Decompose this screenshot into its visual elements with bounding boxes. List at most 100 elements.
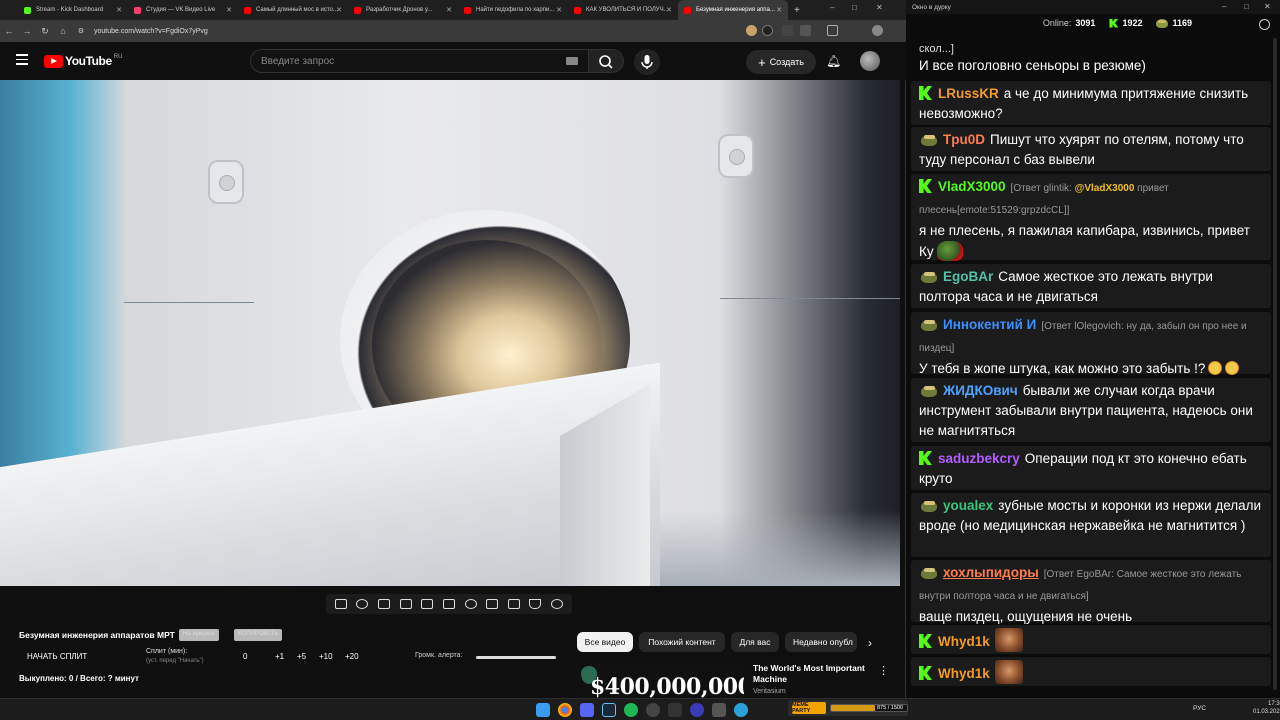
profile-icon[interactable] — [872, 25, 883, 36]
app-icon[interactable] — [668, 703, 682, 717]
split-option-10[interactable]: +10 — [319, 652, 333, 661]
url-input[interactable]: youtube.com/watch?v=FgdiOx7yPvg — [94, 28, 208, 35]
minimize-icon[interactable]: – — [830, 3, 834, 12]
tab-close-icon[interactable]: ✕ — [776, 6, 782, 14]
filmstrip-icon[interactable] — [442, 599, 455, 609]
reload-icon[interactable]: ↻ — [36, 26, 54, 37]
screenshot-eye-icon[interactable] — [378, 599, 391, 609]
menu-icon[interactable] — [16, 54, 28, 65]
site-info-icon[interactable]: ⚙ — [72, 27, 90, 35]
camera-icon[interactable] — [507, 599, 520, 609]
split-option-20[interactable]: +20 — [345, 652, 359, 661]
browser-tab[interactable]: Stream - Kick Dashboard ✕ — [18, 0, 128, 20]
telegram-icon[interactable] — [734, 703, 748, 717]
steam-icon[interactable] — [602, 703, 616, 717]
username[interactable]: youalex — [943, 498, 993, 513]
browser-tab[interactable]: Студия — VK Видео Live ✕ — [128, 0, 238, 20]
message-body: У тебя в жопе штука, как можно это забыт… — [919, 359, 1265, 379]
system-clock[interactable]: 17:34 01.03.2026 — [1253, 700, 1280, 716]
recommended-thumbnail[interactable]: $400,000,000 — [576, 660, 744, 698]
username[interactable]: хохлыпидоры — [943, 565, 1039, 580]
browser-tab[interactable]: Найти педофила по харпи... ✕ — [458, 0, 568, 20]
loop-icon[interactable] — [334, 599, 347, 609]
username[interactable]: Whyd1k — [938, 634, 990, 649]
more-options-icon[interactable]: ⋮ — [878, 664, 889, 677]
create-button[interactable]: + Создать — [746, 50, 816, 74]
search-button[interactable] — [588, 49, 624, 73]
split-option-5[interactable]: +5 — [297, 652, 306, 661]
copy-button[interactable]: КОПИРОВАТЬ — [234, 629, 283, 641]
username[interactable]: saduzbekcry — [938, 451, 1020, 466]
search-input[interactable]: Введите запрос — [250, 49, 590, 73]
minimize-icon[interactable]: – — [1222, 2, 1226, 11]
browser-tab[interactable]: КАК УВОЛИТЬСЯ И ПОЛУЧ... ✕ — [568, 0, 678, 20]
discord-icon[interactable] — [580, 703, 594, 717]
browser-tab[interactable]: Самый длинный мос в исто... ✕ — [238, 0, 348, 20]
tab-close-icon[interactable]: ✕ — [446, 6, 452, 14]
tab-close-icon[interactable]: ✕ — [226, 6, 232, 14]
recommended-title[interactable]: The World's Most Important Machine — [753, 663, 873, 685]
chip-recent[interactable]: Недавно опубл — [785, 632, 857, 652]
username[interactable]: VladX3000 — [938, 179, 1006, 194]
chip-all-videos[interactable]: Все видео — [577, 632, 633, 652]
tab-close-icon[interactable]: ✕ — [116, 6, 122, 14]
start-split-button[interactable]: НАЧАТЬ СПЛИТ — [27, 652, 87, 661]
video-player[interactable] — [0, 80, 900, 586]
new-tab-button[interactable]: + — [794, 5, 800, 16]
add-clip-icon[interactable] — [486, 599, 499, 609]
username[interactable]: LRussKR — [938, 86, 999, 101]
username[interactable]: Whyd1k — [938, 666, 990, 681]
split-option-1[interactable]: +1 — [275, 652, 284, 661]
keyboard-language[interactable]: РУС — [1193, 705, 1206, 712]
chat-scrollbar[interactable] — [1273, 38, 1277, 690]
home-icon[interactable]: ⌂ — [54, 26, 72, 36]
mention[interactable]: @VladX3000 — [1075, 183, 1135, 194]
media-player-icon[interactable] — [690, 703, 704, 717]
chip-related[interactable]: Похожий контент — [639, 632, 725, 652]
app-icon[interactable] — [712, 703, 726, 717]
speed-icon[interactable] — [464, 599, 477, 609]
notifications-icon[interactable]: 🔔︎ — [826, 54, 841, 68]
username[interactable]: Иннокентий И — [943, 317, 1036, 332]
forward-icon[interactable]: → — [18, 26, 36, 36]
spotify-icon[interactable] — [624, 703, 638, 717]
recommended-channel[interactable]: Veritasium — [753, 688, 786, 695]
extension-icon[interactable] — [800, 25, 811, 36]
calendar-icon[interactable] — [399, 599, 412, 609]
tab-close-icon[interactable]: ✕ — [336, 6, 342, 14]
settings-icon[interactable] — [1259, 19, 1270, 30]
youtube-logo[interactable]: YouTube RU — [44, 54, 122, 68]
split-option-0[interactable]: 0 — [243, 652, 247, 661]
maximize-icon[interactable]: □ — [1244, 2, 1249, 11]
meme-party-widget[interactable]: MEME PARTY 875 / 1500 — [788, 700, 908, 716]
extension-icon[interactable] — [782, 25, 793, 36]
username[interactable]: EgoBAr — [943, 269, 993, 284]
extension-icon[interactable] — [746, 25, 757, 36]
keyboard-icon[interactable] — [566, 57, 578, 65]
account-avatar[interactable] — [860, 51, 880, 71]
flask-icon[interactable] — [529, 599, 542, 609]
download-icon[interactable] — [827, 25, 838, 36]
settings-gear-icon[interactable] — [551, 599, 564, 609]
chrome-icon[interactable] — [558, 703, 572, 717]
username[interactable]: ЖИДКОвич — [943, 383, 1018, 398]
auction-button[interactable]: На аукцион — [179, 629, 219, 641]
windows-start-icon[interactable] — [536, 703, 550, 717]
resize-icon[interactable] — [421, 599, 434, 609]
browser-tab[interactable]: Разработчик Дронов у... ✕ — [348, 0, 458, 20]
chevron-right-icon[interactable]: › — [868, 636, 872, 650]
broadcast-icon[interactable] — [356, 599, 369, 609]
extension-icon[interactable] — [762, 25, 773, 36]
browser-tab[interactable]: Безумная инженерия аппа... ✕ — [678, 0, 788, 20]
voice-search-button[interactable] — [634, 49, 660, 75]
app-icon[interactable] — [646, 703, 660, 717]
maximize-icon[interactable]: □ — [852, 3, 857, 12]
username[interactable]: Tpu0D — [943, 132, 985, 147]
tab-close-icon[interactable]: ✕ — [556, 6, 562, 14]
back-icon[interactable]: ← — [0, 26, 18, 36]
close-icon[interactable]: ✕ — [876, 3, 883, 12]
chip-for-you[interactable]: Для вас — [731, 632, 779, 652]
close-icon[interactable]: ✕ — [1264, 2, 1271, 11]
alert-volume-slider[interactable] — [476, 656, 556, 659]
tab-close-icon[interactable]: ✕ — [666, 6, 672, 14]
